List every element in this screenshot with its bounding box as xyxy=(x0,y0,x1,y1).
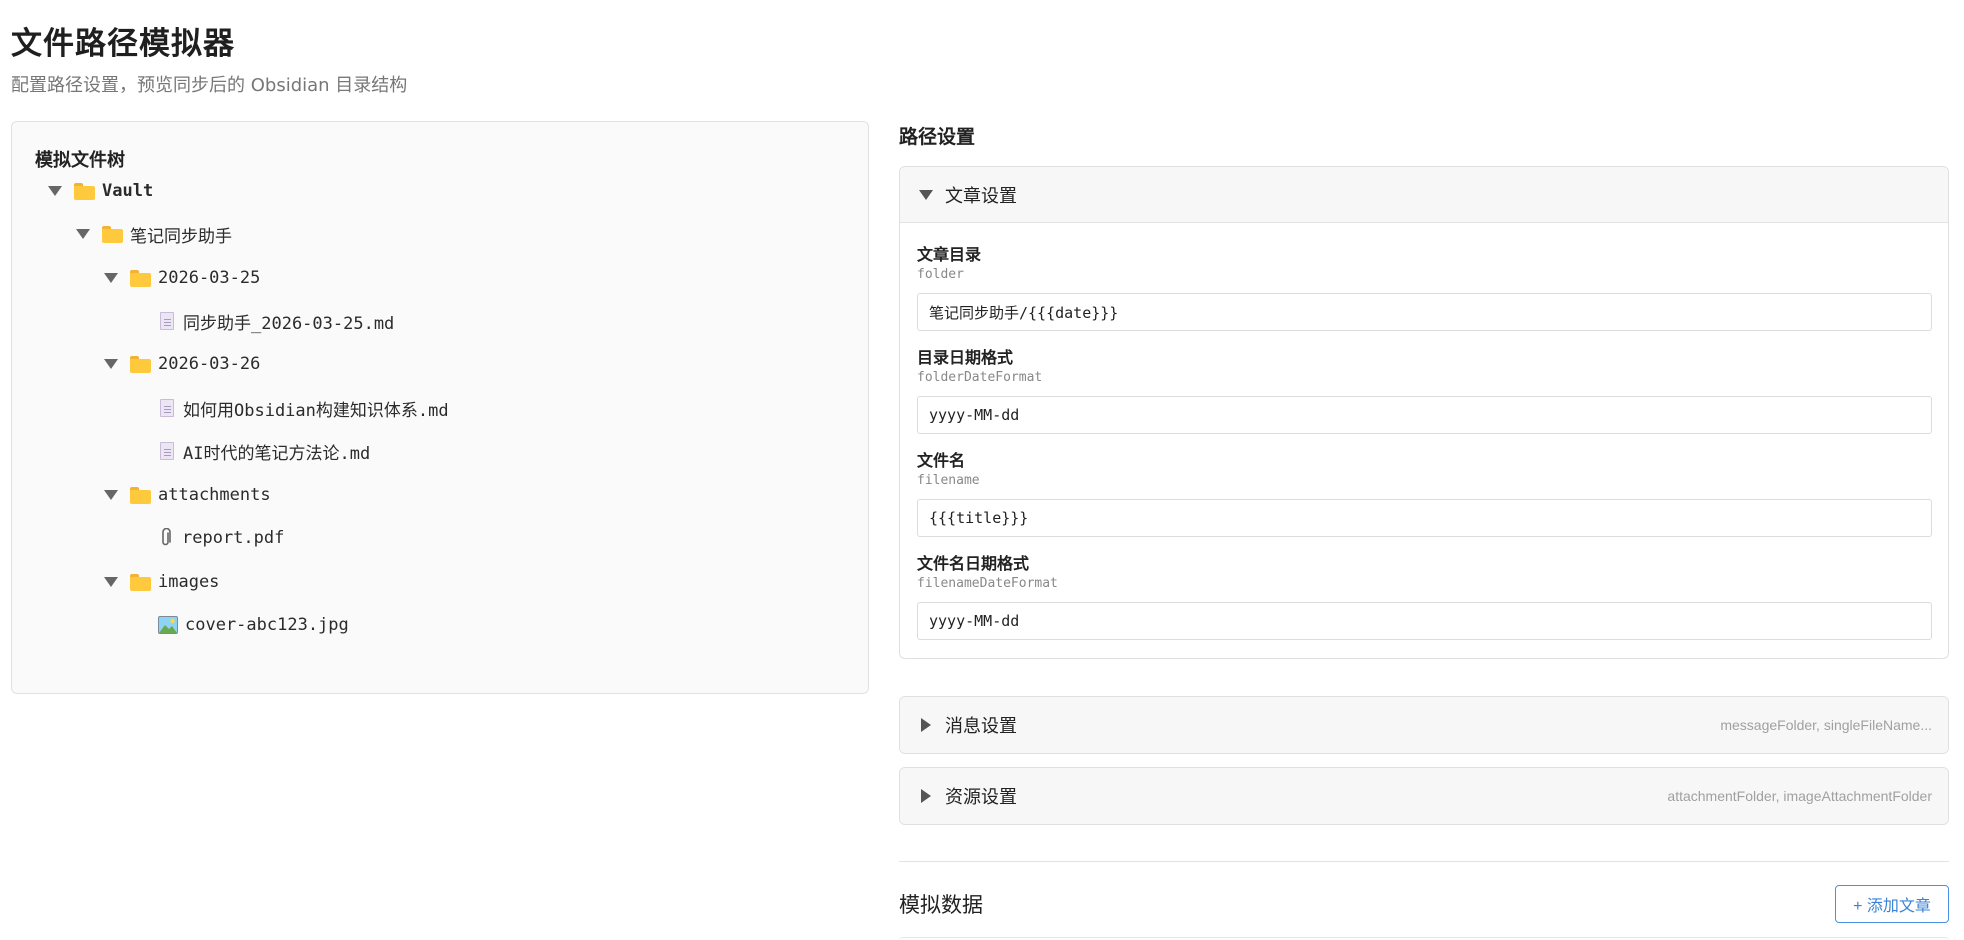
page-subtitle: 配置路径设置，预览同步后的 Obsidian 目录结构 xyxy=(11,75,408,96)
tree-node-label: AI时代的笔记方法论.md xyxy=(183,443,371,464)
section-title: 资源设置 xyxy=(945,787,1017,808)
tree-node-folder[interactable]: images xyxy=(104,568,219,596)
chevron-right-icon xyxy=(921,718,931,732)
folder-field: 文章目录 folder xyxy=(917,241,1932,331)
tree-node-label: Vault xyxy=(102,181,154,201)
folder-icon xyxy=(74,182,95,200)
tree-node-file[interactable]: AI时代的笔记方法论.md xyxy=(160,437,370,465)
tree-node-label: 笔记同步助手 xyxy=(130,226,232,247)
tree-node-file[interactable]: report.pdf xyxy=(160,524,284,552)
file-tree-panel: 模拟文件树 Vault 笔记同步助手 2026-03-25 同步助手_2026-… xyxy=(11,121,869,694)
field-label: 文章目录 xyxy=(917,245,982,264)
tree-node-label: attachments xyxy=(158,485,271,505)
field-key: folder xyxy=(917,267,964,282)
settings-heading: 路径设置 xyxy=(899,126,976,148)
folder-icon xyxy=(130,573,151,591)
resource-settings-toggle[interactable]: 资源设置 attachmentFolder, imageAttachmentFo… xyxy=(900,768,1948,824)
field-key: folderDateFormat xyxy=(917,370,1043,385)
tree-node-folder[interactable]: attachments xyxy=(104,481,271,509)
section-hint: attachmentFolder, imageAttachmentFolder xyxy=(1667,788,1932,804)
field-label: 目录日期格式 xyxy=(917,348,1014,367)
folder-date-format-field: 目录日期格式 folderDateFormat xyxy=(917,344,1932,434)
tree-node-folder[interactable]: 2026-03-26 xyxy=(104,350,260,378)
field-label: 文件名 xyxy=(917,451,966,470)
section-hint: messageFolder, singleFileName... xyxy=(1720,717,1932,733)
field-label: 文件名日期格式 xyxy=(917,554,1030,573)
image-icon xyxy=(158,616,178,634)
document-icon xyxy=(160,312,174,330)
folder-icon xyxy=(130,355,151,373)
chevron-down-icon[interactable] xyxy=(48,184,62,198)
mock-data-title: 模拟数据 xyxy=(899,893,983,917)
tree-node-label: cover-abc123.jpg xyxy=(185,615,349,635)
field-key: filename xyxy=(917,473,980,488)
field-key: filenameDateFormat xyxy=(917,576,1058,591)
tree-node-label: 同步助手_2026-03-25.md xyxy=(183,313,395,334)
tree-node-file[interactable]: cover-abc123.jpg xyxy=(158,611,349,639)
message-settings-toggle[interactable]: 消息设置 messageFolder, singleFileName... xyxy=(900,697,1948,753)
page-title: 文件路径模拟器 xyxy=(11,26,235,62)
filename-input[interactable] xyxy=(917,499,1932,537)
message-settings-section: 消息设置 messageFolder, singleFileName... xyxy=(899,696,1949,754)
tree-node-file[interactable]: 如何用Obsidian构建知识体系.md xyxy=(160,394,449,422)
chevron-down-icon[interactable] xyxy=(104,271,118,285)
tree-node-file[interactable]: 同步助手_2026-03-25.md xyxy=(160,307,394,335)
chevron-down-icon[interactable] xyxy=(104,357,118,371)
tree-node-label: report.pdf xyxy=(182,528,285,548)
tree-node-folder[interactable]: 2026-03-25 xyxy=(104,264,260,292)
filename-date-format-input[interactable] xyxy=(917,602,1932,640)
chevron-down-icon[interactable] xyxy=(104,488,118,502)
paperclip-icon xyxy=(160,528,172,548)
tree-title: 模拟文件树 xyxy=(35,150,125,171)
filename-field: 文件名 filename xyxy=(917,447,1932,537)
tree-node-vault[interactable]: Vault xyxy=(48,177,153,205)
chevron-down-icon[interactable] xyxy=(76,227,90,241)
section-title: 文章设置 xyxy=(945,185,1017,207)
folder-input[interactable] xyxy=(917,293,1932,331)
filename-date-format-field: 文件名日期格式 filenameDateFormat xyxy=(917,550,1932,640)
tree-node-label: 2026-03-26 xyxy=(158,354,261,374)
article-settings-toggle[interactable]: 文章设置 xyxy=(900,167,1948,223)
tree-node-label: 如何用Obsidian构建知识体系.md xyxy=(183,400,449,421)
folder-icon xyxy=(130,269,151,287)
section-title: 消息设置 xyxy=(945,716,1017,737)
document-icon xyxy=(160,442,174,460)
tree-node-label: images xyxy=(158,572,220,592)
tree-node-label: 2026-03-25 xyxy=(158,268,261,288)
section-divider xyxy=(899,861,1949,862)
add-article-button[interactable]: + 添加文章 xyxy=(1835,885,1949,923)
document-icon xyxy=(160,399,174,417)
folder-icon xyxy=(102,225,123,243)
chevron-down-icon xyxy=(919,189,933,200)
resource-settings-section: 资源设置 attachmentFolder, imageAttachmentFo… xyxy=(899,767,1949,825)
folder-date-format-input[interactable] xyxy=(917,396,1932,434)
chevron-down-icon[interactable] xyxy=(104,575,118,589)
folder-icon xyxy=(130,486,151,504)
chevron-right-icon xyxy=(921,789,931,803)
article-settings-section: 文章设置 文章目录 folder 目录日期格式 folderDateFormat… xyxy=(899,166,1949,659)
tree-node-folder[interactable]: 笔记同步助手 xyxy=(76,220,232,248)
